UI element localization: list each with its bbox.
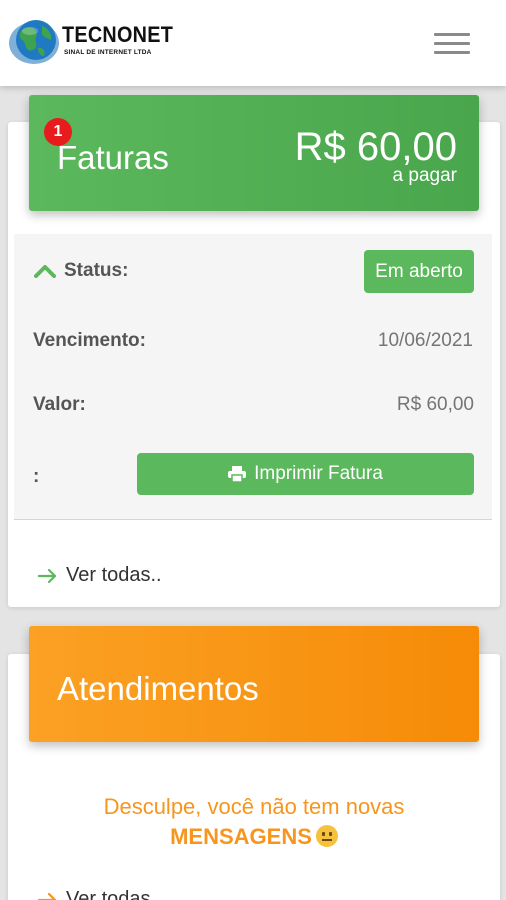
see-all-invoices-link[interactable]: Ver todas..	[38, 564, 162, 587]
extra-label: :	[33, 466, 40, 487]
amount-due: R$ 60,00	[294, 125, 457, 169]
neutral-face-icon	[315, 825, 338, 847]
amount-caption: a pagar	[392, 165, 457, 186]
value-label: Valor:	[33, 394, 86, 415]
status-label: Status:	[64, 260, 129, 281]
atendimentos-title: Atendimentos	[57, 670, 259, 707]
faturas-title: Faturas	[57, 139, 169, 176]
arrow-right-icon	[38, 568, 57, 583]
printer-icon	[228, 466, 247, 482]
faturas-banner[interactable]: Faturas R$ 60,00 a pagar	[29, 95, 479, 211]
tecnonet-logo[interactable]: TECNONET SINAL DE INTERNET LTDA	[8, 16, 188, 66]
no-messages-text: Desculpe, você não tem novas	[103, 794, 405, 819]
print-button-label: Imprimir Fatura	[254, 463, 383, 484]
app-header: TECNONET SINAL DE INTERNET LTDA	[0, 0, 506, 86]
atendimentos-banner[interactable]: Atendimentos	[29, 626, 479, 742]
print-invoice-button[interactable]: Imprimir Fatura	[137, 453, 474, 495]
no-messages-emphasis: MENSAGENS	[8, 824, 500, 850]
menu-icon	[434, 33, 470, 36]
arrow-right-icon	[38, 892, 57, 900]
messages-word: MENSAGENS	[170, 824, 312, 849]
see-all-tickets-link[interactable]: Ver todas..	[38, 888, 162, 900]
globe-icon	[9, 20, 59, 64]
see-all-label: Ver todas..	[66, 564, 162, 586]
value-amount: R$ 60,00	[396, 394, 474, 415]
status-badge: Em aberto	[364, 250, 474, 293]
due-date-value: 10/06/2021	[377, 330, 473, 351]
brand-name: TECNONET	[62, 22, 174, 47]
see-all-label: Ver todas..	[66, 888, 162, 900]
brand-tagline: SINAL DE INTERNET LTDA	[64, 49, 152, 56]
hamburger-menu-button[interactable]	[434, 30, 472, 58]
due-date-label: Vencimento:	[33, 330, 146, 351]
invoice-count-badge: 1	[44, 118, 72, 146]
chevron-up-icon[interactable]	[34, 262, 56, 278]
